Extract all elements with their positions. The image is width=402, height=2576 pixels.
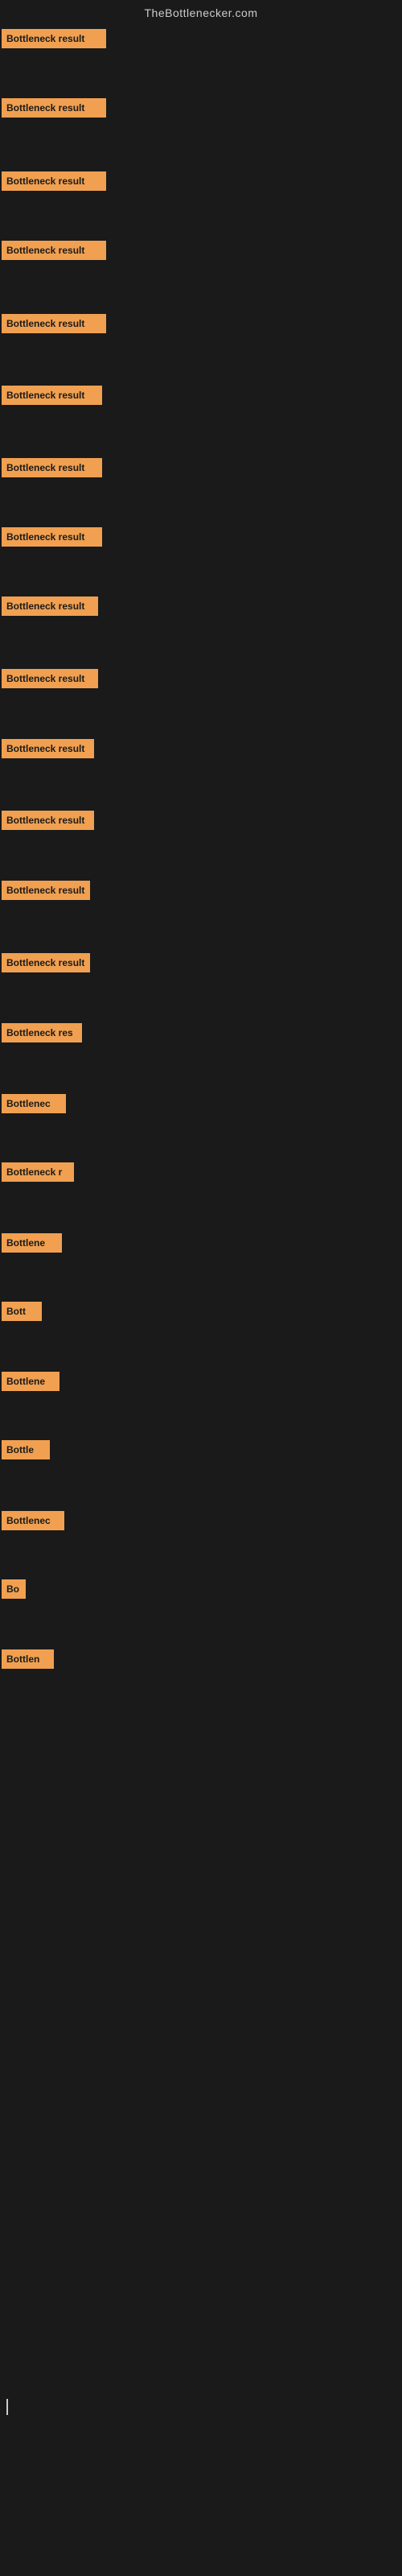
- bottleneck-bar-11[interactable]: Bottleneck result: [2, 739, 94, 758]
- site-title: TheBottlenecker.com: [0, 0, 402, 29]
- bottleneck-bar-12[interactable]: Bottleneck result: [2, 811, 94, 830]
- bottleneck-bar-6[interactable]: Bottleneck result: [2, 386, 102, 405]
- bottleneck-bar-19[interactable]: Bott: [2, 1302, 42, 1321]
- bottleneck-bar-10[interactable]: Bottleneck result: [2, 669, 98, 688]
- bottleneck-bar-3[interactable]: Bottleneck result: [2, 171, 106, 191]
- bottleneck-bar-13[interactable]: Bottleneck result: [2, 881, 90, 900]
- cursor: [6, 2399, 8, 2415]
- bottleneck-bar-14[interactable]: Bottleneck result: [2, 953, 90, 972]
- bottleneck-bar-2[interactable]: Bottleneck result: [2, 98, 106, 118]
- bottleneck-bar-9[interactable]: Bottleneck result: [2, 597, 98, 616]
- bottleneck-bar-4[interactable]: Bottleneck result: [2, 241, 106, 260]
- bottleneck-bar-1[interactable]: Bottleneck result: [2, 29, 106, 48]
- bottleneck-bar-20[interactable]: Bottlene: [2, 1372, 59, 1391]
- bottleneck-bar-22[interactable]: Bottlenec: [2, 1511, 64, 1530]
- bottleneck-bar-8[interactable]: Bottleneck result: [2, 527, 102, 547]
- bottleneck-bar-18[interactable]: Bottlene: [2, 1233, 62, 1253]
- bottleneck-bar-17[interactable]: Bottleneck r: [2, 1162, 74, 1182]
- bottleneck-bar-15[interactable]: Bottleneck res: [2, 1023, 82, 1042]
- bottleneck-bar-24[interactable]: Bottlen: [2, 1649, 54, 1669]
- bottleneck-bar-7[interactable]: Bottleneck result: [2, 458, 102, 477]
- bottleneck-bar-16[interactable]: Bottlenec: [2, 1094, 66, 1113]
- bottleneck-bar-23[interactable]: Bo: [2, 1579, 26, 1599]
- bottleneck-bar-21[interactable]: Bottle: [2, 1440, 50, 1459]
- bottleneck-bar-5[interactable]: Bottleneck result: [2, 314, 106, 333]
